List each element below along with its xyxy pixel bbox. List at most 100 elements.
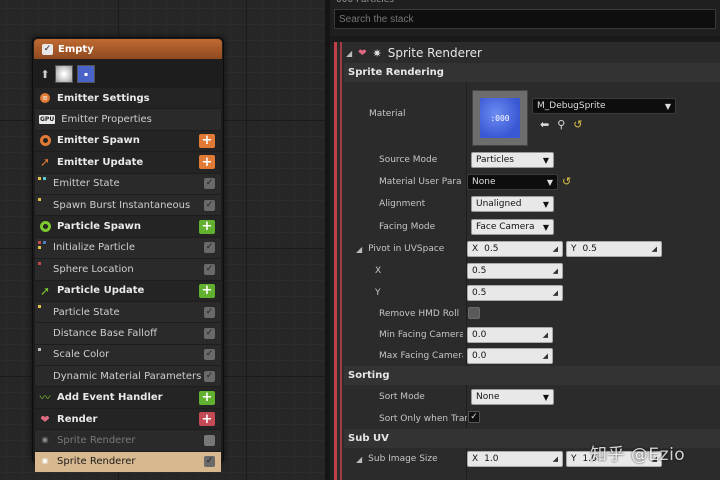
sort-mode-label: Sort Mode	[379, 392, 425, 402]
module-color-dots-icon	[38, 304, 46, 313]
node-row-dynamic-material-parameters[interactable]: Dynamic Material Parameters ✓	[35, 366, 221, 387]
module-enabled-checkbox[interactable]: ✓	[204, 349, 215, 361]
expand-triangle-icon[interactable]: ◢	[356, 455, 362, 464]
facing-mode-value: Face Camera	[476, 222, 535, 232]
node-row-particle-spawn[interactable]: Particle Spawn +	[35, 216, 221, 237]
stack-search-input[interactable]	[334, 9, 716, 29]
remove-hmd-roll-checkbox[interactable]	[468, 307, 480, 319]
use-selected-arrow-icon[interactable]: ⬅	[540, 118, 549, 131]
max-facing-field[interactable]: 0.0 ◢	[467, 348, 553, 364]
watermark: 知乎 @Ezio	[590, 445, 686, 465]
chevron-down-icon: ▼	[542, 155, 549, 165]
row-label: Emitter State	[53, 178, 120, 190]
collapse-triangle-icon[interactable]: ◢	[346, 49, 352, 58]
drag-handle-icon[interactable]: ◢	[553, 289, 558, 297]
module-enabled-checkbox[interactable]: ✓	[204, 456, 215, 468]
node-row-emitter-spawn[interactable]: Emitter Spawn +	[35, 130, 221, 152]
module-color-dots-icon	[38, 240, 46, 249]
node-row-sprite-renderer-selected[interactable]: ✷ Sprite Renderer ✓	[35, 451, 221, 473]
node-row-emitter-state[interactable]: Emitter State ✓	[35, 173, 221, 194]
sub-image-x-field[interactable]: X 1.0 ◢	[467, 451, 563, 467]
module-enabled-checkbox[interactable]	[204, 434, 215, 446]
min-facing-field[interactable]: 0.0 ◢	[467, 327, 553, 343]
reset-to-default-icon[interactable]: ↺	[562, 175, 571, 188]
source-mode-dropdown[interactable]: Particles ▼	[471, 152, 554, 168]
node-row-scale-color[interactable]: Scale Color ✓	[35, 344, 221, 366]
axis-x-label: X	[472, 244, 479, 254]
row-label: Emitter Spawn	[57, 135, 140, 147]
module-enabled-checkbox[interactable]: ✓	[204, 199, 215, 211]
node-row-add-event-handler[interactable]: 〰 Add Event Handler +	[35, 387, 221, 408]
material-user-param-dropdown[interactable]: None ▼	[467, 174, 558, 190]
chevron-down-icon: ▼	[542, 199, 549, 209]
pivot-y-field[interactable]: Y 0.5 ◢	[566, 241, 662, 257]
module-enabled-checkbox[interactable]: ✓	[204, 370, 215, 382]
add-module-button[interactable]: +	[199, 133, 215, 148]
drag-handle-icon[interactable]: ◢	[553, 267, 558, 275]
facing-mode-dropdown[interactable]: Face Camera ▼	[471, 219, 554, 235]
chevron-down-icon: ▼	[546, 177, 553, 187]
node-row-particle-state[interactable]: Particle State ✓	[35, 301, 221, 323]
emitter-node-title: Empty	[58, 43, 94, 55]
node-row-emitter-properties[interactable]: GPU Emitter Properties	[35, 109, 221, 130]
pivot-y-sub-field[interactable]: 0.5 ◢	[467, 285, 563, 301]
module-enabled-checkbox[interactable]: ✓	[204, 242, 215, 254]
category-sorting[interactable]: Sorting	[344, 366, 720, 385]
axis-y-label: Y	[571, 454, 577, 464]
node-row-spawn-burst[interactable]: Spawn Burst Instantaneous ✓	[35, 194, 221, 216]
particle-spawn-icon	[39, 221, 51, 233]
node-row-distance-base-falloff[interactable]: Distance Base Falloff ✓	[35, 323, 221, 344]
pivot-y-sub-label: Y	[375, 288, 381, 298]
emitter-node[interactable]: ✓ Empty ⬆ ▪ ≡ Emitter Settings GPU Emitt…	[32, 37, 224, 473]
sort-mode-dropdown[interactable]: None ▼	[471, 389, 554, 405]
max-facing-label: Max Facing Camera Blend Distance	[379, 351, 463, 361]
category-sprite-rendering[interactable]: Sprite Rendering	[344, 63, 720, 82]
row-label: Particle Update	[57, 285, 145, 297]
module-enabled-checkbox[interactable]: ✓	[204, 178, 215, 190]
pivot-x-field[interactable]: X 0.5 ◢	[467, 241, 563, 257]
add-module-button[interactable]: +	[199, 219, 215, 234]
row-label: Sphere Location	[53, 263, 134, 275]
emitter-node-header[interactable]: ✓ Empty	[34, 39, 222, 59]
drag-handle-icon[interactable]: ◢	[543, 352, 548, 360]
sort-only-translucent-label: Sort Only when Translucent	[379, 414, 467, 424]
alignment-dropdown[interactable]: Unaligned ▼	[471, 196, 554, 212]
add-renderer-button[interactable]: +	[199, 412, 215, 427]
sort-only-translucent-checkbox[interactable]: ✓	[468, 411, 480, 423]
sub-image-size-label[interactable]: ◢ Sub Image Size	[356, 454, 466, 464]
reset-to-default-icon[interactable]: ↺	[573, 118, 582, 131]
drag-handle-icon[interactable]: ◢	[553, 455, 558, 463]
node-row-sprite-renderer-disabled[interactable]: ✷ Sprite Renderer	[35, 430, 221, 451]
material-thumbnail[interactable]: :000	[472, 90, 528, 146]
pin-icon[interactable]: ⬆	[39, 67, 51, 81]
module-enabled-checkbox[interactable]: ✓	[204, 327, 215, 339]
node-graph-canvas[interactable]: ✓ Empty ⬆ ▪ ≡ Emitter Settings GPU Emitt…	[0, 0, 325, 480]
row-label: Dynamic Material Parameters	[53, 370, 202, 382]
material-dropdown[interactable]: M_DebugSprite ▼	[532, 98, 676, 114]
node-row-emitter-settings[interactable]: ≡ Emitter Settings	[35, 88, 221, 109]
render-icon: ❤	[40, 412, 50, 426]
renderer-header[interactable]: ◢ ❤ ✷ Sprite Renderer	[344, 44, 720, 62]
pivot-x-sub-field[interactable]: 0.5 ◢	[467, 263, 563, 279]
material-thumbnail[interactable]: ▪	[77, 65, 95, 83]
row-label: Add Event Handler	[57, 392, 163, 404]
emitter-enabled-checkbox[interactable]: ✓	[42, 43, 53, 55]
chevron-down-icon: ▼	[542, 392, 549, 402]
node-row-sphere-location[interactable]: Sphere Location ✓	[35, 259, 221, 280]
add-module-button[interactable]: +	[199, 155, 215, 170]
add-module-button[interactable]: +	[199, 283, 215, 298]
node-row-particle-update[interactable]: ➚ Particle Update +	[35, 280, 221, 301]
browse-search-icon[interactable]: ⚲	[557, 118, 565, 131]
emitter-thumbnail[interactable]	[55, 65, 73, 83]
node-row-render[interactable]: ❤ Render +	[35, 408, 221, 430]
node-row-emitter-update[interactable]: ➚ Emitter Update +	[35, 152, 221, 173]
drag-handle-icon[interactable]: ◢	[652, 245, 657, 253]
drag-handle-icon[interactable]: ◢	[553, 245, 558, 253]
module-enabled-checkbox[interactable]: ✓	[204, 263, 215, 275]
pivot-uvspace-label[interactable]: ◢ Pivot in UVSpace	[356, 244, 466, 254]
drag-handle-icon[interactable]: ◢	[543, 331, 548, 339]
node-row-initialize-particle[interactable]: Initialize Particle ✓	[35, 237, 221, 259]
module-enabled-checkbox[interactable]: ✓	[204, 306, 215, 318]
add-event-handler-button[interactable]: +	[199, 390, 215, 405]
expand-triangle-icon[interactable]: ◢	[356, 245, 362, 254]
